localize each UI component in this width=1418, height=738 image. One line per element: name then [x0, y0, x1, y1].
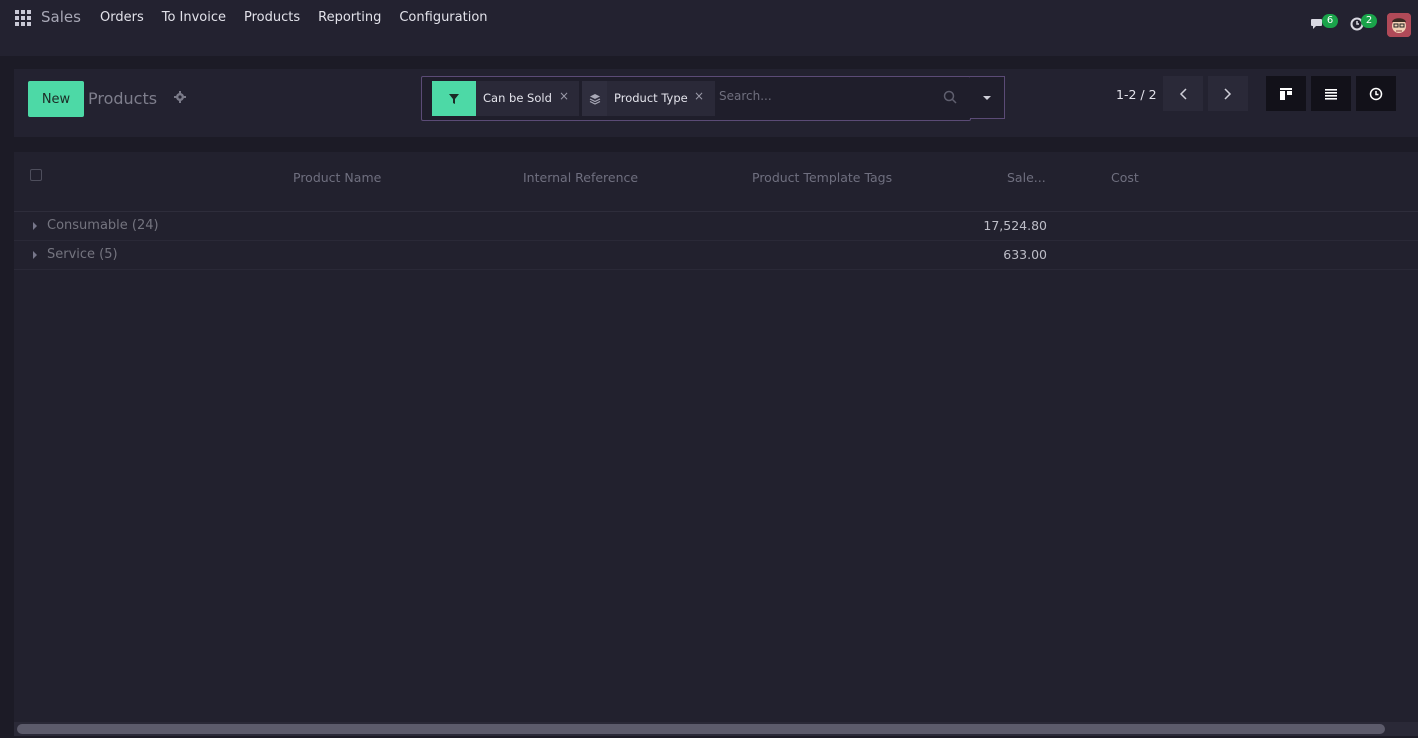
facet-can-be-sold: Can be Sold × — [476, 81, 579, 116]
avatar-face-icon — [1387, 13, 1411, 37]
kanban-icon — [1280, 87, 1292, 100]
filter-icon — [432, 81, 476, 116]
list-view-button[interactable] — [1311, 76, 1351, 111]
chevron-right-icon — [1224, 87, 1232, 100]
new-button[interactable]: New — [28, 81, 84, 117]
layers-icon — [582, 81, 607, 116]
search-options-toggle[interactable] — [970, 76, 1005, 119]
clock-icon — [1369, 87, 1383, 100]
group-row-consumable[interactable]: Consumable (24) 17,524.80 — [14, 212, 1418, 241]
scrollbar-thumb[interactable] — [17, 724, 1385, 734]
column-product-template-tags[interactable]: Product Template Tags — [752, 170, 892, 185]
top-navbar: Sales Orders To Invoice Products Reporti… — [0, 0, 1418, 56]
facet-label: Product Type — [614, 91, 688, 105]
menu-item-to-invoice[interactable]: To Invoice — [153, 10, 235, 26]
activities-badge: 2 — [1361, 14, 1377, 28]
messages-badge: 6 — [1322, 14, 1338, 28]
main-menu: Orders To Invoice Products Reporting Con… — [91, 10, 497, 26]
caret-right-icon — [33, 251, 37, 259]
menu-item-products[interactable]: Products — [235, 10, 309, 26]
app-name[interactable]: Sales — [41, 8, 81, 26]
kanban-view-button[interactable] — [1266, 76, 1306, 111]
apps-icon[interactable] — [15, 10, 31, 26]
pager-next-button[interactable] — [1208, 76, 1248, 111]
column-cost[interactable]: Cost — [1111, 170, 1139, 185]
page-title: Products — [88, 89, 158, 108]
group-sales-price: 17,524.80 — [983, 218, 1047, 233]
list-icon — [1325, 88, 1337, 100]
column-internal-reference[interactable]: Internal Reference — [523, 170, 638, 185]
column-product-name[interactable]: Product Name — [293, 170, 381, 185]
group-row-service[interactable]: Service (5) 633.00 — [14, 241, 1418, 270]
select-all-checkbox[interactable] — [30, 169, 42, 181]
caret-right-icon — [33, 222, 37, 230]
search-input[interactable] — [719, 89, 919, 103]
avatar[interactable] — [1387, 13, 1411, 37]
horizontal-scrollbar[interactable] — [14, 722, 1418, 736]
gear-icon[interactable] — [174, 91, 186, 103]
close-icon[interactable]: × — [559, 89, 569, 103]
product-list: Product Name Internal Reference Product … — [14, 152, 1418, 722]
close-icon[interactable]: × — [694, 89, 704, 103]
search-box: Can be Sold × Product Type × — [421, 76, 971, 121]
pager-previous-button[interactable] — [1163, 76, 1203, 111]
caret-down-icon — [983, 95, 991, 100]
chevron-left-icon — [1179, 87, 1187, 100]
control-panel: New Products Can be Sold × Product Type — [14, 69, 1418, 137]
column-sales-price[interactable]: Sale... — [1007, 170, 1046, 185]
menu-item-configuration[interactable]: Configuration — [390, 10, 496, 26]
menu-item-orders[interactable]: Orders — [91, 10, 153, 26]
activity-view-button[interactable] — [1356, 76, 1396, 111]
group-sales-price: 633.00 — [1003, 247, 1047, 262]
facet-label: Can be Sold — [483, 91, 552, 105]
search-icon[interactable] — [943, 90, 957, 104]
facet-product-type: Product Type × — [582, 81, 715, 116]
group-label: Service (5) — [47, 247, 118, 262]
group-label: Consumable (24) — [47, 218, 159, 233]
menu-item-reporting[interactable]: Reporting — [309, 10, 390, 26]
pager-value[interactable]: 1-2 / 2 — [1116, 87, 1157, 102]
list-header: Product Name Internal Reference Product … — [14, 152, 1418, 212]
